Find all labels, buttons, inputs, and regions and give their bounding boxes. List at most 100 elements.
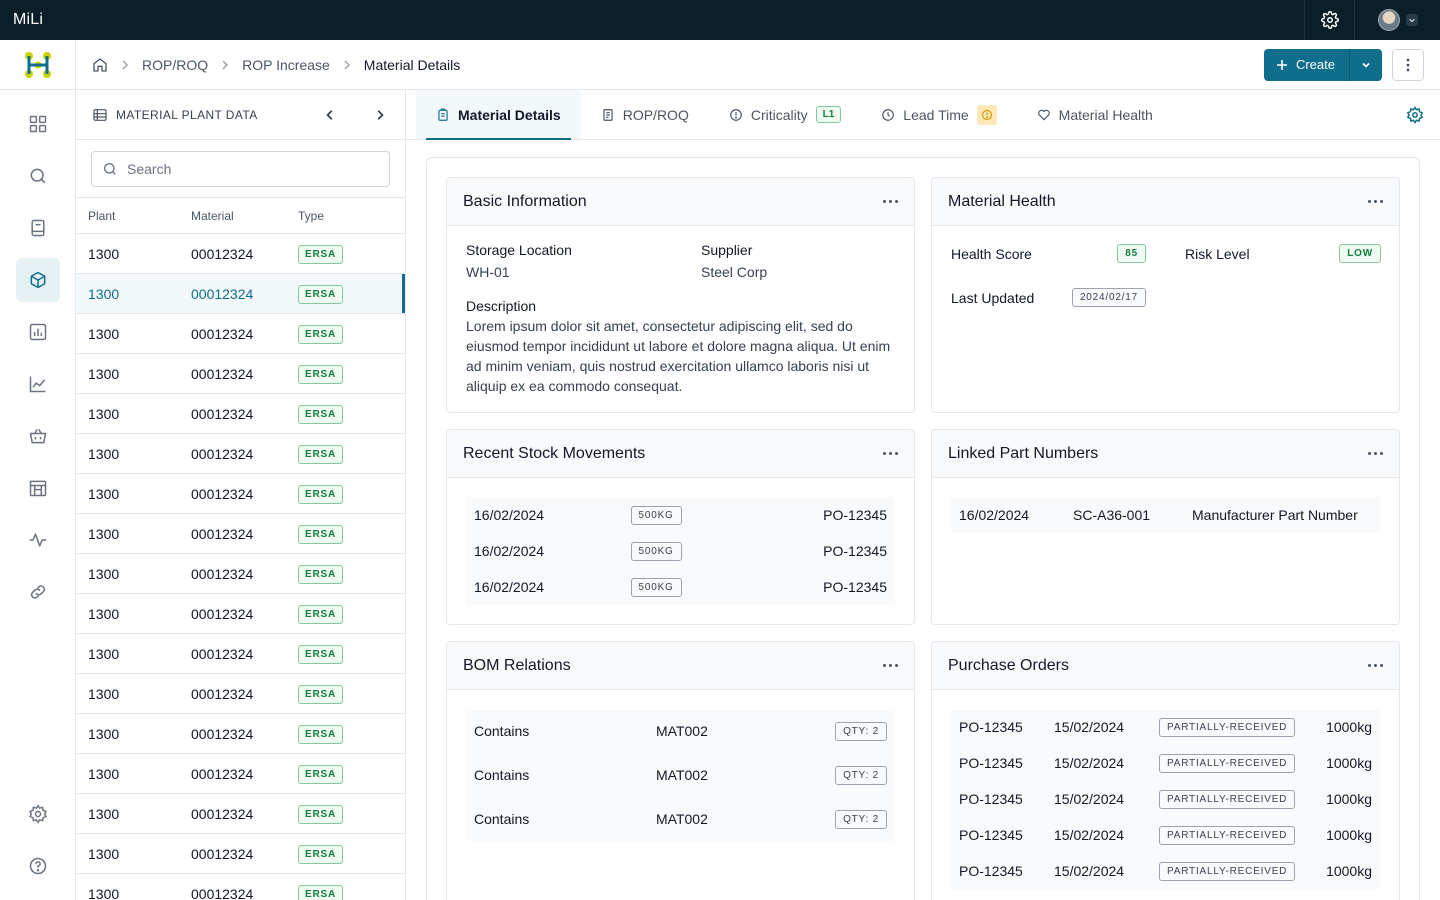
table-row[interactable]: 1300 00012324 ERSA bbox=[76, 474, 405, 514]
basket-icon bbox=[29, 428, 47, 444]
table-row[interactable]: 1300 00012324 ERSA bbox=[76, 674, 405, 714]
table-row[interactable]: 1300 00012324 ERSA bbox=[76, 434, 405, 474]
nav-reports[interactable] bbox=[16, 310, 60, 354]
nav-search[interactable] bbox=[16, 154, 60, 198]
logo[interactable] bbox=[0, 39, 76, 90]
risk-level-row: Risk Level LOW bbox=[1185, 244, 1381, 263]
user-menu-button[interactable] bbox=[1354, 0, 1440, 40]
create-button[interactable]: Create bbox=[1264, 48, 1350, 81]
table-row[interactable]: 1300 00012324 ERSA bbox=[76, 594, 405, 634]
top-settings-button[interactable] bbox=[1304, 0, 1354, 40]
nav-dashboard[interactable] bbox=[16, 102, 60, 146]
more-icon[interactable] bbox=[1368, 452, 1383, 455]
nav-analytics[interactable] bbox=[16, 362, 60, 406]
more-icon[interactable] bbox=[1368, 664, 1383, 667]
cell-material: 00012324 bbox=[191, 765, 254, 782]
nav-settings[interactable] bbox=[16, 792, 60, 836]
search-icon bbox=[104, 163, 116, 175]
nav-warehouse[interactable] bbox=[16, 466, 60, 510]
po-status: PARTIALLY-RECEIVED bbox=[1159, 789, 1309, 809]
po-number: PO-12345 bbox=[959, 791, 1023, 807]
create-dropdown-button[interactable] bbox=[1350, 49, 1382, 81]
help-icon bbox=[29, 857, 47, 875]
plus-icon bbox=[1276, 59, 1288, 71]
more-icon[interactable] bbox=[883, 200, 898, 203]
bom-list: Contains MAT002 QTY: 2 Contains MAT002 QTY: 2… bbox=[466, 709, 895, 841]
column-type[interactable]: Type bbox=[298, 209, 405, 223]
cell-material: 00012324 bbox=[191, 525, 254, 542]
create-label: Create bbox=[1295, 57, 1335, 72]
po-status: PARTIALLY-RECEIVED bbox=[1159, 861, 1309, 881]
tabs-settings-button[interactable] bbox=[1406, 106, 1424, 129]
bom-qty: QTY: 2 bbox=[796, 765, 887, 785]
table-row[interactable]: 1300 00012324 ERSA bbox=[76, 314, 405, 354]
more-icon[interactable] bbox=[1368, 200, 1383, 203]
tab-criticality[interactable]: Criticality L1 bbox=[709, 90, 861, 139]
more-icon[interactable] bbox=[883, 664, 898, 667]
table-row[interactable]: 1300 00012324 ERSA bbox=[76, 874, 405, 900]
table-row[interactable]: 1300 00012324 ERSA bbox=[76, 354, 405, 394]
breadcrumb-current: Material Details bbox=[363, 56, 461, 73]
qty-badge: 500KG bbox=[630, 578, 682, 597]
movement-date: 16/02/2024 bbox=[474, 507, 545, 523]
chevron-left-icon bbox=[326, 109, 333, 120]
list-item: 16/02/2024 SC-A36-001 Manufacturer Part Nu… bbox=[959, 497, 1372, 533]
cell-plant: 1300 bbox=[88, 645, 120, 662]
card-title: BOM Relations bbox=[463, 656, 571, 674]
table-row[interactable]: 1300 00012324 ERSA bbox=[76, 554, 405, 594]
po-date: 15/02/2024 bbox=[1054, 827, 1125, 843]
nav-catalog[interactable] bbox=[16, 206, 60, 250]
list-item[interactable]: PO-12345 15/02/2024 PARTIALLY-RECEIVED 1000… bbox=[959, 781, 1372, 817]
chevron-right-icon bbox=[220, 59, 230, 70]
card-title: Purchase Orders bbox=[948, 656, 1069, 674]
more-actions-button[interactable] bbox=[1392, 48, 1424, 81]
table-row[interactable]: 1300 00012324 ERSA bbox=[76, 754, 405, 794]
po-date: 15/02/2024 bbox=[1054, 791, 1125, 807]
bom-relations-card: BOM Relations Contains MAT002 QTY: 2 Contai… bbox=[446, 641, 915, 900]
column-plant[interactable]: Plant bbox=[76, 209, 191, 223]
breadcrumb-link[interactable]: ROP/ROQ bbox=[142, 57, 208, 73]
table-row[interactable]: 1300 00012324 ERSA bbox=[76, 234, 405, 274]
panel-prev-button[interactable] bbox=[305, 90, 355, 140]
cell-type: ERSA bbox=[298, 804, 405, 824]
table-row[interactable]: 1300 00012324 ERSA bbox=[76, 794, 405, 834]
po-number: PO-12345 bbox=[959, 827, 1023, 843]
more-icon[interactable] bbox=[883, 452, 898, 455]
list-item[interactable]: PO-12345 15/02/2024 PARTIALLY-RECEIVED 1000… bbox=[959, 745, 1372, 781]
status-badge: PARTIALLY-RECEIVED bbox=[1159, 826, 1296, 845]
nav-activity[interactable] bbox=[16, 518, 60, 562]
tab-material-details[interactable]: Material Details bbox=[416, 90, 581, 140]
table-row[interactable]: 1300 00012324 ERSA bbox=[76, 274, 405, 314]
cell-type: ERSA bbox=[298, 764, 405, 784]
database-icon bbox=[93, 108, 107, 121]
list-item[interactable]: PO-12345 15/02/2024 PARTIALLY-RECEIVED 1000… bbox=[959, 817, 1372, 853]
list-item[interactable]: PO-12345 15/02/2024 PARTIALLY-RECEIVED 1000… bbox=[959, 853, 1372, 889]
card-header: Material Health bbox=[932, 178, 1399, 226]
last-updated-row: Last Updated 2024/02/17 bbox=[951, 288, 1146, 307]
table-row[interactable]: 1300 00012324 ERSA bbox=[76, 714, 405, 754]
chevron-right-icon bbox=[342, 59, 352, 70]
table-row[interactable]: 1300 00012324 ERSA bbox=[76, 634, 405, 674]
column-material[interactable]: Material bbox=[191, 209, 298, 223]
tab-material-health[interactable]: Material Health bbox=[1017, 90, 1173, 139]
nav-help[interactable] bbox=[16, 844, 60, 888]
health-score-badge: 85 bbox=[1117, 244, 1146, 263]
list-item[interactable]: PO-12345 15/02/2024 PARTIALLY-RECEIVED 1000… bbox=[959, 709, 1372, 745]
home-icon[interactable] bbox=[92, 57, 108, 73]
bom-qty: QTY: 2 bbox=[796, 809, 887, 829]
nav-links[interactable] bbox=[16, 570, 60, 614]
search-input[interactable]: Search bbox=[91, 151, 390, 187]
table-row[interactable]: 1300 00012324 ERSA bbox=[76, 514, 405, 554]
nav-materials[interactable] bbox=[16, 258, 60, 302]
cell-plant: 1300 bbox=[88, 365, 120, 382]
table-row[interactable]: 1300 00012324 ERSA bbox=[76, 394, 405, 434]
tab-lead-time[interactable]: Lead Time bbox=[861, 90, 1016, 139]
panel-next-button[interactable] bbox=[355, 90, 405, 140]
type-badge: ERSA bbox=[298, 764, 343, 784]
table-row[interactable]: 1300 00012324 ERSA bbox=[76, 834, 405, 874]
nav-purchasing[interactable] bbox=[16, 414, 60, 458]
tab-rop-roq[interactable]: ROP/ROQ bbox=[581, 90, 709, 139]
type-badge: ERSA bbox=[298, 364, 343, 384]
breadcrumb-link[interactable]: ROP Increase bbox=[242, 57, 330, 73]
cell-plant: 1300 bbox=[88, 605, 120, 622]
